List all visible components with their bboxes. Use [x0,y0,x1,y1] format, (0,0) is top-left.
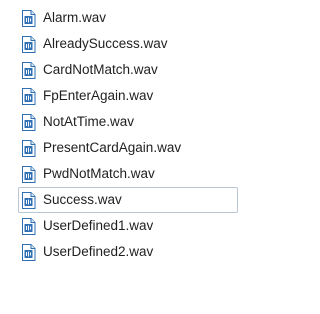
wav-audio-file-icon [22,113,36,131]
wav-audio-file-icon [22,87,36,105]
wav-audio-file-icon [22,191,36,209]
file-list: Alarm.wav AlreadySuccess.wav CardNotMatc… [0,0,242,314]
file-item-success[interactable]: Success.wav [18,187,238,213]
wav-audio-file-icon [22,165,36,183]
file-name: AlreadySuccess.wav [43,36,168,51]
file-item-presentcardagain[interactable]: PresentCardAgain.wav [18,135,238,161]
file-name: PresentCardAgain.wav [43,140,182,155]
file-item-alarm[interactable]: Alarm.wav [18,5,238,31]
file-name: Success.wav [43,192,122,207]
file-item-pwdnotmatch[interactable]: PwdNotMatch.wav [18,161,238,187]
file-name: FpEnterAgain.wav [43,88,154,103]
file-name: PwdNotMatch.wav [43,166,155,181]
file-item-userdefined1[interactable]: UserDefined1.wav [18,213,238,239]
file-item-notattime[interactable]: NotAtTime.wav [18,109,238,135]
file-item-cardnotmatch[interactable]: CardNotMatch.wav [18,57,238,83]
wav-audio-file-icon [22,35,36,53]
file-item-userdefined2[interactable]: UserDefined2.wav [18,239,238,265]
file-name: Alarm.wav [43,10,107,25]
file-name: NotAtTime.wav [43,114,135,129]
file-name: UserDefined1.wav [43,218,154,233]
file-name: CardNotMatch.wav [43,62,158,77]
file-name: UserDefined2.wav [43,244,154,259]
wav-audio-file-icon [22,139,36,157]
wav-audio-file-icon [22,243,36,261]
wav-audio-file-icon [22,61,36,79]
wav-audio-file-icon [22,9,36,27]
file-item-fpenteragain[interactable]: FpEnterAgain.wav [18,83,238,109]
file-item-alreadysuccess[interactable]: AlreadySuccess.wav [18,31,238,57]
wav-audio-file-icon [22,217,36,235]
